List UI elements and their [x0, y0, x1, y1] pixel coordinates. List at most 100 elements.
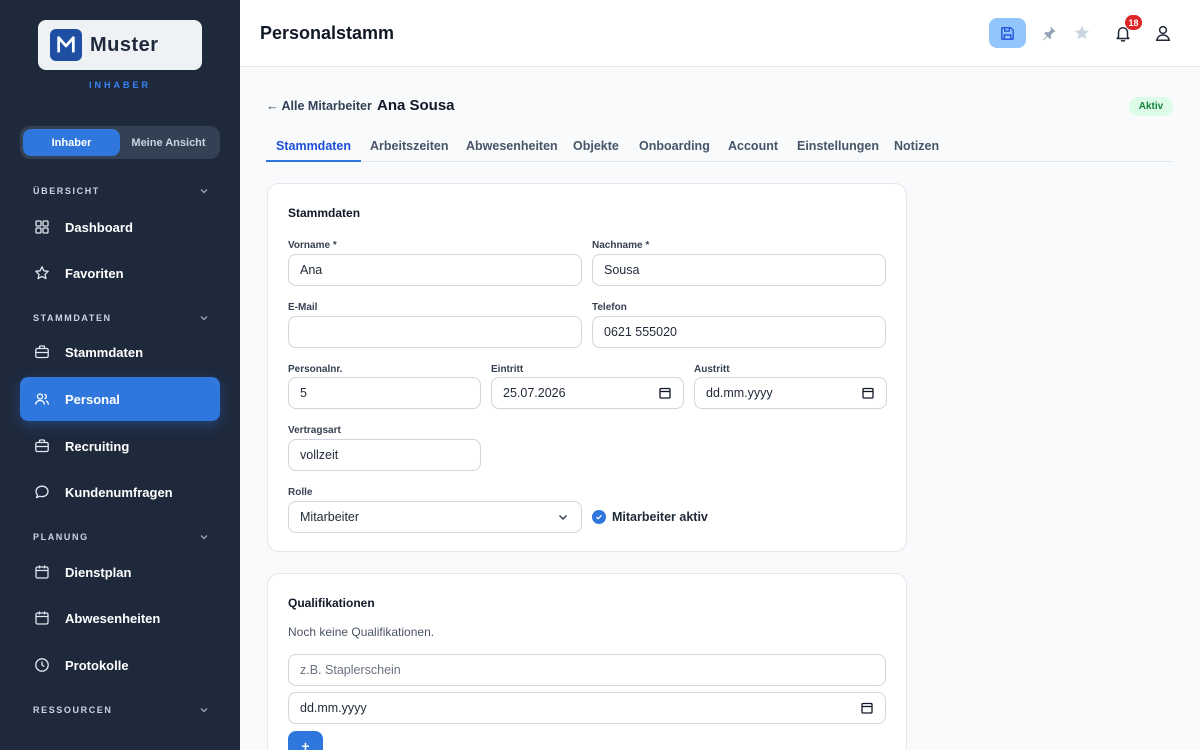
- select-value: Mitarbeiter: [300, 510, 360, 524]
- tab-arbeitszeiten[interactable]: Arbeitszeiten: [370, 131, 449, 162]
- favorite-button[interactable]: [1072, 23, 1092, 43]
- tab-objekte[interactable]: Objekte: [573, 131, 619, 162]
- checkbox-label: Mitarbeiter aktiv: [612, 510, 708, 524]
- vorname-label: Vorname *: [288, 240, 337, 251]
- eintritt-date-field[interactable]: 25.07.2026: [491, 377, 684, 409]
- section-label: RESSOURCEN: [33, 705, 113, 715]
- grid-icon: [34, 219, 50, 235]
- calendar-icon[interactable]: [658, 386, 672, 400]
- section-label: ÜBERSICHT: [33, 186, 100, 196]
- sidebar-item-label: Stammdaten: [65, 344, 144, 360]
- sidebar-item-stammdaten[interactable]: Stammdaten: [20, 330, 220, 374]
- field-placeholder: dd.mm.yyyy: [706, 386, 773, 400]
- field-value: 5: [300, 386, 307, 400]
- chevron-down-icon: [200, 189, 208, 194]
- qualification-date-field[interactable]: dd.mm.yyyy: [288, 692, 886, 724]
- email-label: E-Mail: [288, 302, 318, 313]
- rolle-label: Rolle: [288, 487, 313, 498]
- nachname-field[interactable]: Sousa: [592, 254, 886, 286]
- personalnr-label: Personalnr.: [288, 364, 343, 375]
- field-value: Sousa: [604, 263, 640, 277]
- employee-tabs: Stammdaten Arbeitszeiten Abwesenheiten O…: [266, 131, 1173, 162]
- tab-notizen[interactable]: Notizen: [894, 131, 939, 162]
- calendar-icon[interactable]: [860, 701, 874, 715]
- sidebar-item-dashboard[interactable]: Dashboard: [20, 205, 220, 249]
- empty-state-text: Noch keine Qualifikationen.: [288, 625, 435, 639]
- top-bar: Personalstamm 18: [240, 0, 1200, 67]
- calendar-icon: [34, 610, 50, 626]
- vertragsart-label: Vertragsart: [288, 425, 341, 436]
- brand-subtitle: INHABER: [88, 80, 151, 90]
- mitarbeiter-aktiv-checkbox[interactable]: Mitarbeiter aktiv: [592, 510, 708, 524]
- austritt-label: Austritt: [694, 364, 730, 375]
- save-button[interactable]: [989, 18, 1026, 48]
- sidebar-item-protokolle[interactable]: Protokolle: [20, 643, 220, 687]
- sidebar-item-kundenumfragen[interactable]: Kundenumfragen: [20, 470, 220, 514]
- sidebar-item-dienstplan[interactable]: Dienstplan: [20, 550, 220, 594]
- save-icon: [1001, 26, 1014, 40]
- employee-name: Ana Sousa: [377, 97, 455, 114]
- back-to-employees-link[interactable]: ← Alle Mitarbeiter: [266, 99, 372, 113]
- tab-einstellungen[interactable]: Einstellungen: [797, 131, 879, 162]
- notification-badge: 18: [1125, 15, 1142, 30]
- field-placeholder: z.B. Staplerschein: [300, 663, 401, 677]
- sidebar-item-abwesenheiten[interactable]: Abwesenheiten: [20, 596, 220, 640]
- briefcase-icon: [34, 344, 50, 360]
- tab-abwesenheiten[interactable]: Abwesenheiten: [466, 131, 558, 162]
- sidebar-item-label: Favoriten: [65, 265, 124, 281]
- personalnr-field[interactable]: 5: [288, 377, 481, 409]
- qualifikationen-card: Qualifikationen Noch keine Qualifikation…: [267, 573, 907, 750]
- view-toggle: Inhaber Meine Ansicht: [20, 126, 220, 159]
- add-qualification-button[interactable]: +: [288, 731, 323, 750]
- sidebar-item-label: Dashboard: [65, 219, 133, 235]
- calendar-icon[interactable]: [861, 386, 875, 400]
- brand-logo[interactable]: Muster: [38, 20, 202, 70]
- chat-bubble-icon: [34, 484, 50, 500]
- chevron-down-icon: [200, 316, 208, 321]
- sidebar-item-favoriten[interactable]: Favoriten: [20, 251, 220, 295]
- vertragsart-field[interactable]: vollzeit: [288, 439, 481, 471]
- rolle-select[interactable]: Mitarbeiter: [288, 501, 582, 533]
- section-planung[interactable]: PLANUNG: [33, 532, 209, 542]
- sidebar-item-label: Protokolle: [65, 657, 129, 673]
- vorname-field[interactable]: Ana: [288, 254, 582, 286]
- toggle-meine-ansicht[interactable]: Meine Ansicht: [120, 129, 217, 156]
- telefon-field[interactable]: 0621 555020: [592, 316, 886, 348]
- chevron-down-icon: [200, 535, 208, 540]
- status-badge: Aktiv: [1129, 97, 1173, 116]
- card-title: Stammdaten: [288, 206, 361, 220]
- tab-account[interactable]: Account: [728, 131, 778, 162]
- field-value: Ana: [300, 263, 323, 277]
- clock-icon: [34, 657, 50, 673]
- star-icon: [34, 265, 50, 281]
- field-value: 25.07.2026: [503, 386, 566, 400]
- sidebar-item-label: Abwesenheiten: [65, 610, 161, 626]
- page-title: Personalstamm: [260, 23, 395, 43]
- sidebar-item-label: Dienstplan: [65, 564, 132, 580]
- qualification-name-input[interactable]: z.B. Staplerschein: [288, 654, 886, 686]
- nachname-label: Nachname *: [592, 240, 650, 251]
- email-field[interactable]: [288, 316, 582, 348]
- field-value: 0621 555020: [604, 325, 677, 339]
- profile-button[interactable]: [1153, 23, 1173, 43]
- sidebar-item-label: Kundenumfragen: [65, 484, 173, 500]
- sidebar: Muster INHABER Inhaber Meine Ansicht ÜBE…: [0, 0, 240, 750]
- tab-onboarding[interactable]: Onboarding: [639, 131, 710, 162]
- section-label: PLANUNG: [33, 532, 89, 542]
- austritt-date-field[interactable]: dd.mm.yyyy: [694, 377, 887, 409]
- sidebar-item-personal[interactable]: Personal: [20, 377, 220, 421]
- toggle-inhaber[interactable]: Inhaber: [23, 129, 120, 156]
- section-stammdaten[interactable]: STAMMDATEN: [33, 313, 209, 323]
- field-placeholder: dd.mm.yyyy: [300, 701, 367, 715]
- chevron-down-icon: [200, 708, 208, 713]
- calendar-icon: [34, 564, 50, 580]
- chevron-down-icon: [558, 514, 568, 521]
- users-icon: [34, 391, 50, 407]
- tab-stammdaten[interactable]: Stammdaten: [266, 131, 362, 162]
- pin-button[interactable]: [1039, 23, 1059, 43]
- sidebar-item-label: Recruiting: [65, 438, 130, 454]
- section-uebersicht[interactable]: ÜBERSICHT: [33, 186, 209, 196]
- section-ressourcen[interactable]: RESSOURCEN: [33, 705, 209, 715]
- telefon-label: Telefon: [592, 302, 627, 313]
- sidebar-item-recruiting[interactable]: Recruiting: [20, 424, 220, 468]
